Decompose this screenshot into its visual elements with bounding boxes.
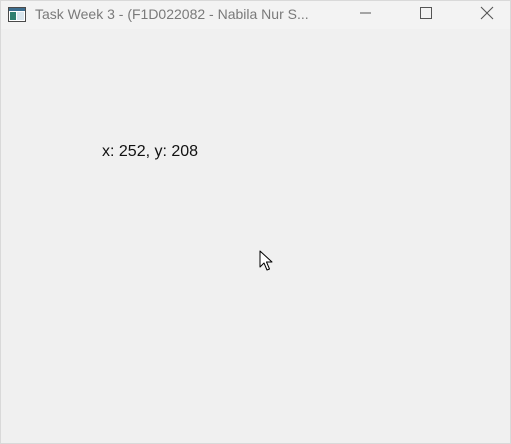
close-icon bbox=[480, 6, 494, 25]
window-title: Task Week 3 - (F1D022082 - Nabila Nur S.… bbox=[35, 6, 309, 22]
mouse-pointer-icon bbox=[259, 250, 275, 272]
app-window: Task Week 3 - (F1D022082 - Nabila Nur S.… bbox=[0, 0, 511, 444]
title-bar[interactable]: Task Week 3 - (F1D022082 - Nabila Nur S.… bbox=[1, 1, 510, 29]
maximize-button[interactable] bbox=[403, 1, 449, 29]
client-area[interactable]: x: 252, y: 208 bbox=[1, 29, 510, 443]
close-button[interactable] bbox=[464, 1, 510, 29]
minimize-icon bbox=[360, 6, 372, 24]
app-window-icon bbox=[8, 7, 26, 22]
mouse-coordinates-label: x: 252, y: 208 bbox=[102, 143, 199, 160]
minimize-button[interactable] bbox=[343, 1, 389, 29]
maximize-icon bbox=[420, 6, 432, 24]
